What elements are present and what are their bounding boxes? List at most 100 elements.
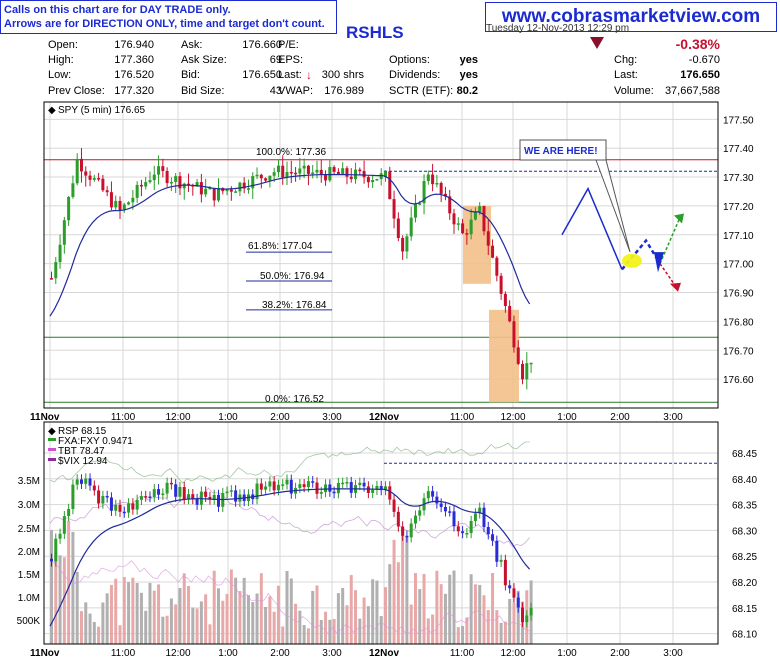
volume-bar xyxy=(169,598,173,644)
candle-body xyxy=(144,182,148,187)
y-tick-label: 177.50 xyxy=(723,115,754,126)
candle-body xyxy=(84,171,88,176)
volume-bar xyxy=(199,601,203,644)
main-title: SPY (5 min) 176.65 xyxy=(58,105,146,116)
candle-body xyxy=(234,490,238,502)
candle-body xyxy=(302,484,306,488)
volume-bar xyxy=(294,603,298,644)
candle-body xyxy=(276,484,280,491)
candle-body xyxy=(79,479,83,484)
volume-bar xyxy=(366,606,370,644)
volume-bar xyxy=(92,621,96,644)
volume-tick-label: 2.5M xyxy=(18,524,40,535)
candle-body xyxy=(503,293,507,306)
candle-body xyxy=(174,484,178,497)
candle-body xyxy=(469,219,473,235)
candle-body xyxy=(319,169,323,175)
volume-bar xyxy=(362,597,366,644)
volume-bar xyxy=(272,611,276,644)
candle-body xyxy=(204,491,208,497)
volume-bar xyxy=(221,600,225,644)
volume-bar xyxy=(79,611,83,644)
volume-bar xyxy=(486,610,490,644)
volume-bar xyxy=(422,574,426,644)
candle-body xyxy=(452,511,456,527)
y-tick-label: 177.10 xyxy=(723,231,754,242)
candle-body xyxy=(71,484,75,510)
candle-body xyxy=(276,165,280,173)
candle-body xyxy=(306,165,310,174)
we-are-here-marker xyxy=(622,253,642,268)
candle-body xyxy=(148,180,152,183)
y-tick-label: 68.25 xyxy=(732,552,757,563)
legend-swatch-tbt xyxy=(48,448,56,451)
volume-bar xyxy=(512,602,516,644)
fib-50-label: 50.0%: 176.94 xyxy=(260,271,325,282)
candle-body xyxy=(499,275,503,294)
candle-body xyxy=(109,497,113,511)
candle-body xyxy=(229,189,233,192)
x-tick-label-bottom: 1:00 xyxy=(557,648,577,659)
candle-body xyxy=(371,489,375,493)
candle-body xyxy=(251,176,255,189)
candle-body xyxy=(469,520,473,534)
volume-bar xyxy=(148,582,152,644)
candle-body xyxy=(332,491,336,494)
candle-body xyxy=(272,481,276,491)
volume-tick-label: 2.0M xyxy=(18,547,40,558)
candle-body xyxy=(88,478,92,486)
candle-body xyxy=(413,203,417,218)
candle-body xyxy=(212,187,216,201)
volume-bar xyxy=(131,577,135,644)
candle-body xyxy=(495,257,499,276)
candle-body xyxy=(105,190,109,193)
volume-bar xyxy=(435,570,439,644)
candle-body xyxy=(298,168,302,174)
candle-body xyxy=(217,494,220,507)
candle-body xyxy=(255,174,259,177)
volume-bar xyxy=(298,610,302,644)
candle-body xyxy=(516,347,520,364)
candle-body xyxy=(392,199,396,219)
candle-body xyxy=(315,482,319,494)
candle-body xyxy=(529,607,533,616)
candle-body xyxy=(195,498,199,505)
candle-body xyxy=(358,482,362,486)
legend-vix: $VIX 12.94 xyxy=(58,456,108,467)
y-tick-label: 68.15 xyxy=(732,604,757,615)
x-tick-label-top: 11:00 xyxy=(450,412,475,423)
candle-body xyxy=(366,177,370,183)
candle-body xyxy=(473,513,477,521)
candle-body xyxy=(174,176,178,182)
candle-body xyxy=(161,166,165,172)
volume-tick-label: 500K xyxy=(17,616,41,627)
volume-bar xyxy=(306,628,310,644)
candle-body xyxy=(101,178,105,191)
candle-body xyxy=(67,196,71,221)
candle-body xyxy=(491,245,495,258)
y-tick-label: 177.20 xyxy=(723,202,754,213)
fxa-fxy-line xyxy=(49,441,530,484)
candle-body xyxy=(182,183,186,189)
volume-bar xyxy=(281,626,285,644)
volume-bar xyxy=(264,606,268,644)
x-tick-label-bottom: 2:00 xyxy=(610,648,630,659)
volume-bar xyxy=(229,569,233,644)
x-tick-label-bottom: 11:00 xyxy=(111,648,136,659)
candle-body xyxy=(234,191,238,193)
candle-body xyxy=(182,487,186,500)
candle-body xyxy=(508,585,512,589)
x-tick-label-top: 11Nov xyxy=(30,412,60,423)
y-tick-label: 176.90 xyxy=(723,289,754,300)
volume-bar xyxy=(165,615,169,644)
candle-body xyxy=(178,176,182,189)
rsp-series-icon: ◆ xyxy=(48,426,56,437)
volume-bar xyxy=(482,595,486,644)
volume-bar xyxy=(67,520,71,644)
volume-bar xyxy=(456,627,460,644)
candle-body xyxy=(187,494,191,500)
volume-bar xyxy=(354,590,358,644)
candle-body xyxy=(114,200,118,208)
y-tick-label: 68.35 xyxy=(732,501,757,512)
volume-bar xyxy=(324,611,328,644)
